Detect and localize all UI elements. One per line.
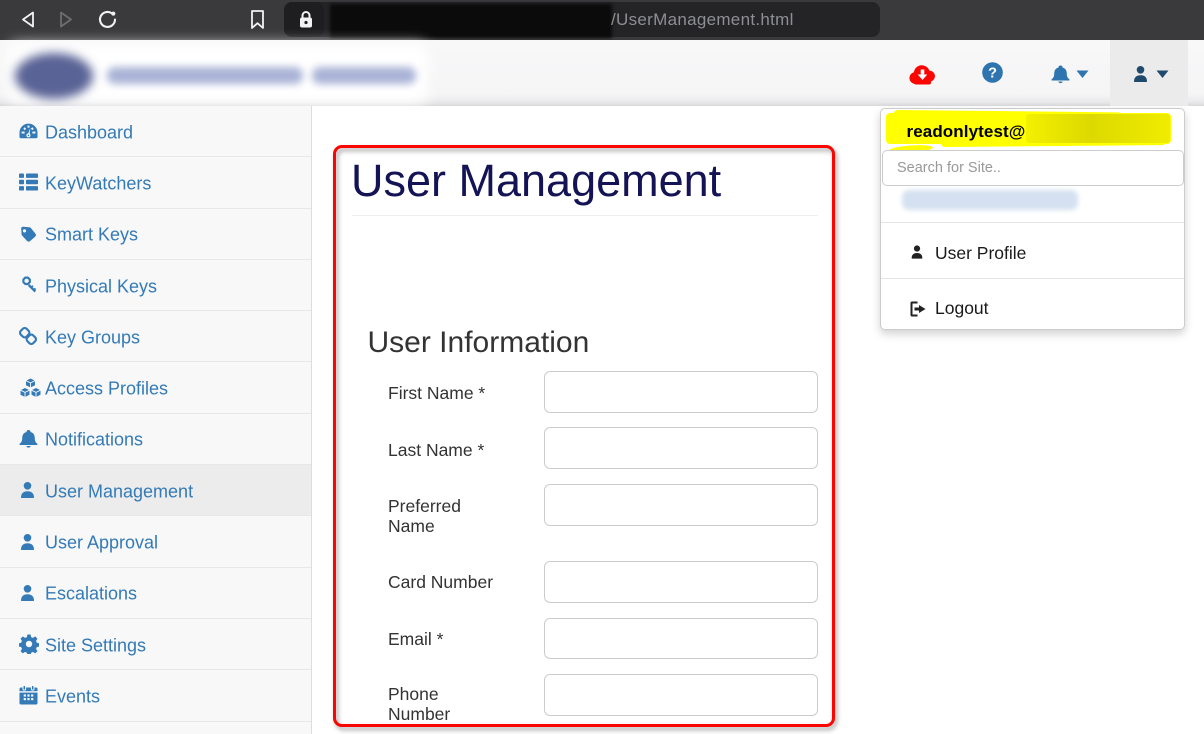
svg-text:?: ? <box>988 66 997 82</box>
